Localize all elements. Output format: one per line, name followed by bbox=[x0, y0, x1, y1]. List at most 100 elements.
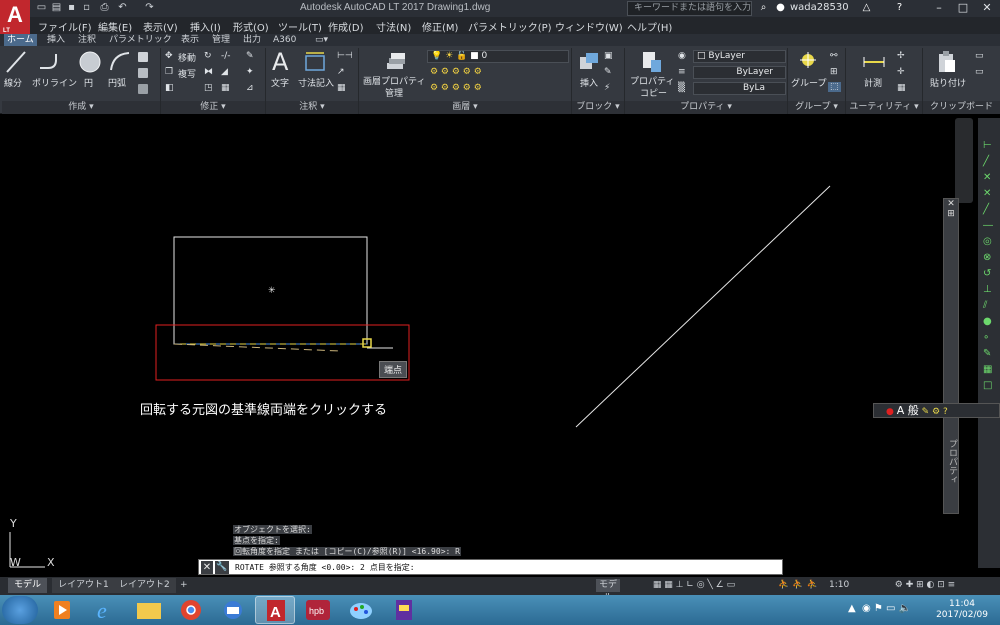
menu-file[interactable]: ファイル(F) bbox=[38, 19, 92, 34]
menu-tools[interactable]: ツール(T) bbox=[278, 19, 322, 34]
attribute-icon[interactable]: ⚡ bbox=[604, 83, 610, 93]
leader-icon[interactable]: ↗ bbox=[337, 67, 345, 77]
tab-layout2[interactable]: レイアウト2 bbox=[113, 578, 176, 593]
move-icon[interactable]: ✥ bbox=[165, 51, 173, 61]
region-icon[interactable] bbox=[138, 84, 148, 94]
paste-icon[interactable] bbox=[936, 50, 958, 74]
tab-model[interactable]: モデル bbox=[8, 578, 48, 593]
polyline-icon[interactable] bbox=[38, 50, 62, 74]
menu-parametric[interactable]: パラメトリック(P) bbox=[468, 19, 552, 34]
undo-icon[interactable]: ↶ bbox=[116, 2, 129, 14]
tab-manage[interactable]: 管理 bbox=[209, 34, 233, 46]
file-explorer-icon[interactable] bbox=[129, 596, 169, 624]
wrench-icon[interactable]: 🔧 bbox=[215, 561, 229, 574]
lineweight-dropdown[interactable]: ByLa bbox=[693, 82, 786, 95]
copy-icon[interactable]: ❐ bbox=[165, 67, 173, 77]
menu-draw[interactable]: 作成(D) bbox=[328, 19, 364, 34]
ungroup-icon[interactable]: ⚯ bbox=[830, 51, 838, 61]
start-button[interactable] bbox=[2, 596, 38, 624]
cut-icon[interactable]: ▭ bbox=[975, 51, 984, 61]
mail-client-icon[interactable] bbox=[213, 596, 253, 624]
group-edit-icon[interactable]: ⊞ bbox=[830, 67, 838, 77]
trim-icon[interactable]: -/- bbox=[221, 51, 231, 61]
palette-pin-icon[interactable]: ⊞ bbox=[944, 209, 958, 219]
array-icon[interactable]: ▦ bbox=[221, 83, 230, 93]
open-file-icon[interactable]: ▤ bbox=[50, 2, 63, 14]
user-icon[interactable]: ● bbox=[774, 2, 787, 14]
menu-view[interactable]: 表示(V) bbox=[143, 19, 178, 34]
diagonal-line[interactable] bbox=[575, 185, 831, 428]
table-icon[interactable]: ▦ bbox=[337, 83, 346, 93]
clock[interactable]: 11:04 2017/02/09 bbox=[932, 599, 992, 621]
modify-panel-title[interactable]: 修正 ▾ bbox=[161, 101, 265, 114]
tab-annotate[interactable]: 注釈 bbox=[75, 34, 99, 46]
menu-modify[interactable]: 修正(M) bbox=[422, 19, 458, 34]
id-point-icon[interactable]: ✛ bbox=[897, 67, 905, 77]
groups-panel-title[interactable]: グループ ▾ bbox=[788, 101, 845, 114]
block-panel-title[interactable]: ブロック ▾ bbox=[572, 101, 624, 114]
drafting-toggles-icon[interactable]: ▦ ▦ ⊥ ∟ ◎ ╲ ∠ ▭ bbox=[624, 579, 764, 592]
annotation-scale-icon[interactable]: ⛹ ⛹ ⛹ bbox=[768, 579, 828, 592]
linear-dim-icon[interactable]: ⊢⊣ bbox=[337, 51, 353, 61]
tab-options-icon[interactable]: ▭▾ bbox=[312, 34, 331, 46]
command-prompt[interactable]: ROTATE 参照する角度 <0.00>: 2 点目を指定: bbox=[235, 560, 415, 575]
group-select-icon[interactable]: ⬚ bbox=[828, 82, 841, 92]
tray-icons[interactable]: ◉ ⚑ ▭ 🔈 bbox=[862, 603, 911, 614]
calculator-icon[interactable]: ▦ bbox=[897, 83, 906, 93]
stretch-icon[interactable]: ◧ bbox=[165, 83, 174, 93]
annotation-panel-title[interactable]: 注釈 ▾ bbox=[266, 101, 358, 114]
search-icon[interactable]: ⌕ bbox=[757, 2, 770, 14]
copy-clip-icon[interactable]: ▭ bbox=[975, 67, 984, 77]
ime-mode[interactable]: A 般 bbox=[897, 404, 919, 417]
tab-a360[interactable]: A360 bbox=[270, 34, 299, 46]
minimize-button[interactable]: – bbox=[928, 0, 950, 17]
text-icon[interactable]: A bbox=[272, 48, 288, 76]
offset-icon[interactable]: ⊿ bbox=[246, 83, 254, 93]
match-properties-icon[interactable] bbox=[641, 50, 663, 74]
insert-block-icon[interactable] bbox=[578, 51, 600, 73]
tray-arrow-icon[interactable]: ▲ bbox=[848, 603, 856, 614]
autocad-taskbar-icon[interactable]: A bbox=[255, 596, 295, 624]
menu-dimension[interactable]: 寸法(N) bbox=[376, 19, 411, 34]
quick-select-icon[interactable]: ✢ bbox=[897, 51, 905, 61]
layer-tools2-icon[interactable]: ⚙ ⚙ ⚙ ⚙ ⚙ bbox=[430, 83, 482, 93]
mirror-icon[interactable]: ⧓ bbox=[204, 67, 213, 77]
draw-panel-title[interactable]: 作成 ▾ bbox=[2, 101, 160, 114]
drawing-area[interactable]: ✳ 端点 回転する元図の基準線両端をクリックする Y W X bbox=[0, 115, 945, 575]
user-name[interactable]: wada28530 bbox=[790, 2, 849, 13]
arc-icon[interactable] bbox=[108, 50, 132, 74]
palette-close-icon[interactable]: ✕ bbox=[944, 199, 958, 209]
add-layout-tab[interactable]: + bbox=[174, 578, 194, 593]
menu-insert[interactable]: 挿入(I) bbox=[190, 19, 221, 34]
scale-icon[interactable]: ◳ bbox=[204, 83, 213, 93]
tab-insert[interactable]: 挿入 bbox=[44, 34, 68, 46]
properties-panel-title[interactable]: プロパティ ▾ bbox=[625, 101, 787, 114]
internet-explorer-icon[interactable]: e bbox=[87, 596, 127, 624]
hatch-icon[interactable] bbox=[138, 68, 148, 78]
fillet-icon[interactable]: ◢ bbox=[221, 67, 228, 77]
save-as-icon[interactable]: ▫ bbox=[80, 2, 93, 14]
layer-tools-icon[interactable]: ⚙ ⚙ ⚙ ⚙ ⚙ bbox=[430, 67, 482, 77]
navigation-bar[interactable] bbox=[955, 118, 975, 208]
print-icon[interactable]: ⎙ bbox=[98, 2, 111, 14]
layer-dropdown[interactable]: 💡 ☀ 🔓 ■ 0 bbox=[427, 50, 569, 63]
scale-value[interactable]: 1:10 bbox=[829, 579, 849, 592]
copy-label[interactable]: 複写 bbox=[178, 67, 196, 80]
command-line[interactable]: ✕ 🔧 ROTATE 参照する角度 <0.00>: 2 点目を指定: bbox=[198, 559, 783, 575]
drawing-svg[interactable]: ✳ bbox=[0, 115, 945, 575]
close-icon[interactable]: ✕ bbox=[201, 561, 213, 574]
explode-icon[interactable]: ✦ bbox=[246, 67, 254, 77]
tab-layout1[interactable]: レイアウト1 bbox=[52, 578, 115, 593]
utilities-panel-title[interactable]: ユーティリティ ▾ bbox=[846, 101, 922, 114]
menu-edit[interactable]: 編集(E) bbox=[98, 19, 132, 34]
create-block-icon[interactable]: ▣ bbox=[604, 51, 613, 61]
properties-palette[interactable]: ✕ ⊞ プロパティ bbox=[943, 198, 959, 514]
group-icon[interactable] bbox=[796, 50, 820, 74]
ime-toolbar[interactable]: ● A 般 ✎ ⚙ ? bbox=[873, 403, 1000, 418]
menu-help[interactable]: ヘルプ(H) bbox=[627, 19, 672, 34]
layer-properties-icon[interactable] bbox=[385, 51, 407, 73]
close-button[interactable]: ✕ bbox=[976, 0, 998, 17]
tab-view[interactable]: 表示 bbox=[178, 34, 202, 46]
layers-panel-title[interactable]: 画層 ▾ bbox=[359, 101, 571, 114]
edit-block-icon[interactable]: ✎ bbox=[604, 67, 612, 77]
